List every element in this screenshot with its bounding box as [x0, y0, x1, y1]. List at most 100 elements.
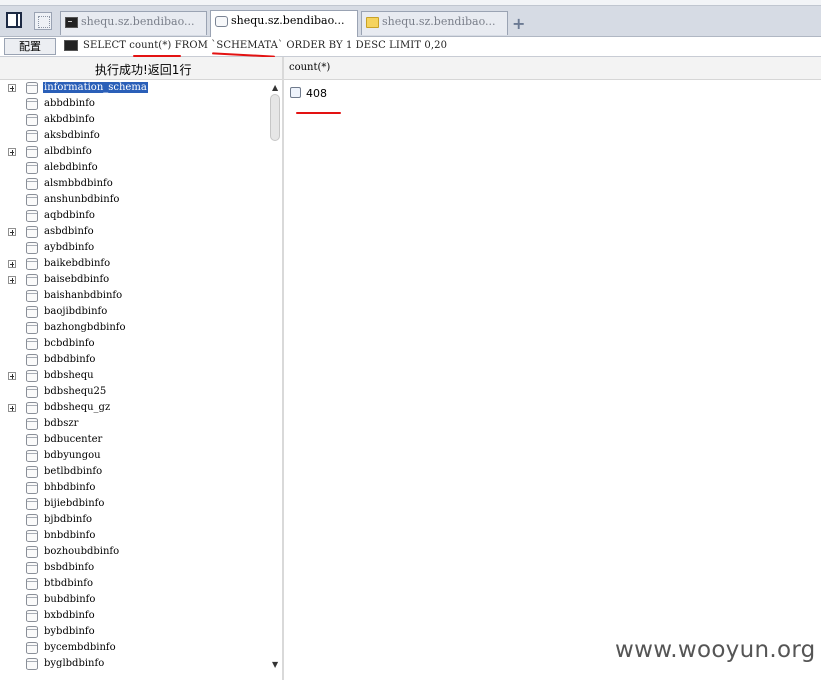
- expand-plus-icon[interactable]: [8, 372, 16, 380]
- tree-item[interactable]: baikebdbinfo: [0, 256, 268, 272]
- tree-item-label: akbdbinfo: [44, 114, 95, 125]
- tree-item[interactable]: asbdbinfo: [0, 224, 268, 240]
- scroll-up-arrow-icon[interactable]: ▲: [272, 83, 278, 92]
- database-icon: [26, 98, 38, 110]
- database-icon: [26, 258, 38, 270]
- scrollbar-thumb[interactable]: [270, 94, 280, 141]
- tree-item[interactable]: aksbdbinfo: [0, 128, 268, 144]
- tree-item[interactable]: bdbshequ_gz: [0, 400, 268, 416]
- database-icon: [26, 146, 38, 158]
- tree-item[interactable]: bhbdbinfo: [0, 480, 268, 496]
- tree-item[interactable]: bozhoubdbinfo: [0, 544, 268, 560]
- tree-item[interactable]: bdbszr: [0, 416, 268, 432]
- tree-item-label: bdbshequ: [44, 370, 94, 381]
- tree-item[interactable]: alebdbinfo: [0, 160, 268, 176]
- tree-item[interactable]: anshunbdbinfo: [0, 192, 268, 208]
- tree-item[interactable]: bcbdbinfo: [0, 336, 268, 352]
- tree-item-label: albdbinfo: [44, 146, 92, 157]
- database-icon: [26, 274, 38, 286]
- expand-plus-icon[interactable]: [8, 276, 16, 284]
- database-icon: [26, 562, 38, 574]
- result-column-header[interactable]: count(*): [289, 62, 330, 73]
- tree-item[interactable]: abbdbinfo: [0, 96, 268, 112]
- add-tab-button[interactable]: +: [512, 14, 525, 33]
- tree-item[interactable]: akbdbinfo: [0, 112, 268, 128]
- database-icon: [26, 498, 38, 510]
- tree-item-label: bxbdbinfo: [44, 610, 95, 621]
- tree-item[interactable]: information_schema: [0, 80, 268, 96]
- tree-item[interactable]: baisebdbinfo: [0, 272, 268, 288]
- tree-item[interactable]: bazhongbdbinfo: [0, 320, 268, 336]
- tree-item[interactable]: aqbdbinfo: [0, 208, 268, 224]
- tree-item[interactable]: baojibdbinfo: [0, 304, 268, 320]
- tree-item[interactable]: bdbyungou: [0, 448, 268, 464]
- database-icon: [26, 306, 38, 318]
- panel-splitter[interactable]: [282, 57, 284, 680]
- tab-database[interactable]: shequ.sz.bendibao...: [210, 10, 358, 37]
- tree-item[interactable]: btbdbinfo: [0, 576, 268, 592]
- sql-terminal-icon: [64, 40, 78, 51]
- tree-item[interactable]: bdbshequ25: [0, 384, 268, 400]
- tree-item[interactable]: bycembdbinfo: [0, 640, 268, 656]
- tree-item-label: bcbdbinfo: [44, 338, 95, 349]
- tree-item[interactable]: bsbdbinfo: [0, 560, 268, 576]
- tree-item-label: aqbdbinfo: [44, 210, 95, 221]
- database-icon: [26, 514, 38, 526]
- sql-query-input[interactable]: SELECT count(*) FROM `SCHEMATA` ORDER BY…: [83, 40, 447, 51]
- tab-files[interactable]: shequ.sz.bendibao...: [361, 11, 508, 35]
- expand-plus-icon[interactable]: [8, 228, 16, 236]
- database-icon: [26, 450, 38, 462]
- tree-item[interactable]: bdbshequ: [0, 368, 268, 384]
- tree-item-label: bsbdbinfo: [44, 562, 95, 573]
- result-value[interactable]: 408: [306, 87, 327, 100]
- tree-item-label: alsmbbdbinfo: [44, 178, 113, 189]
- tree-item-label: information_schema: [43, 82, 148, 93]
- tab-terminal[interactable]: shequ.sz.bendibao...: [60, 11, 207, 35]
- tree-item[interactable]: bdbdbinfo: [0, 352, 268, 368]
- database-icon: [26, 162, 38, 174]
- tree-item[interactable]: bubdbinfo: [0, 592, 268, 608]
- expand-plus-icon[interactable]: [8, 404, 16, 412]
- tree-item-label: bdbyungou: [44, 450, 101, 461]
- result-cell-icon: [290, 87, 301, 98]
- tab-label: shequ.sz.bendibao...: [231, 14, 345, 27]
- tab-label: shequ.sz.bendibao...: [81, 15, 195, 28]
- tree-item-label: aybdbinfo: [44, 242, 95, 253]
- tree-item[interactable]: bijiebdbinfo: [0, 496, 268, 512]
- database-icon: [26, 642, 38, 654]
- grid-view-icon[interactable]: [34, 12, 52, 30]
- expand-plus-icon[interactable]: [8, 260, 16, 268]
- tree-item-label: baishanbdbinfo: [44, 290, 123, 301]
- expand-plus-icon[interactable]: [8, 84, 16, 92]
- database-icon: [26, 114, 38, 126]
- tree-item[interactable]: betlbdbinfo: [0, 464, 268, 480]
- tree-item[interactable]: bxbdbinfo: [0, 608, 268, 624]
- database-icon: [26, 578, 38, 590]
- database-icon: [26, 626, 38, 638]
- tree-item[interactable]: bybdbinfo: [0, 624, 268, 640]
- tree-item-label: bdbshequ25: [44, 386, 107, 397]
- tree-item[interactable]: alsmbbdbinfo: [0, 176, 268, 192]
- tree-item[interactable]: albdbinfo: [0, 144, 268, 160]
- database-icon: [26, 386, 38, 398]
- tree-item[interactable]: bdbucenter: [0, 432, 268, 448]
- tree-item[interactable]: byglbdbinfo: [0, 656, 268, 672]
- tree-item-label: baojibdbinfo: [44, 306, 108, 317]
- expand-plus-icon[interactable]: [8, 148, 16, 156]
- tree-item[interactable]: aybdbinfo: [0, 240, 268, 256]
- tree-item[interactable]: bjbdbinfo: [0, 512, 268, 528]
- panel-toggle-icon[interactable]: [6, 12, 22, 28]
- tree-item-label: asbdbinfo: [44, 226, 94, 237]
- database-icon: [26, 546, 38, 558]
- tree-item[interactable]: bnbdbinfo: [0, 528, 268, 544]
- annotation-underline: [296, 112, 341, 114]
- database-icon: [26, 530, 38, 542]
- tree-item[interactable]: baishanbdbinfo: [0, 288, 268, 304]
- database-icon: [26, 354, 38, 366]
- tree-item-label: bubdbinfo: [44, 594, 96, 605]
- database-icon: [26, 418, 38, 430]
- config-button[interactable]: 配置: [4, 38, 56, 55]
- scroll-down-arrow-icon[interactable]: ▼: [272, 660, 278, 669]
- watermark: www.wooyun.org: [615, 637, 816, 663]
- folder-icon: [366, 17, 379, 28]
